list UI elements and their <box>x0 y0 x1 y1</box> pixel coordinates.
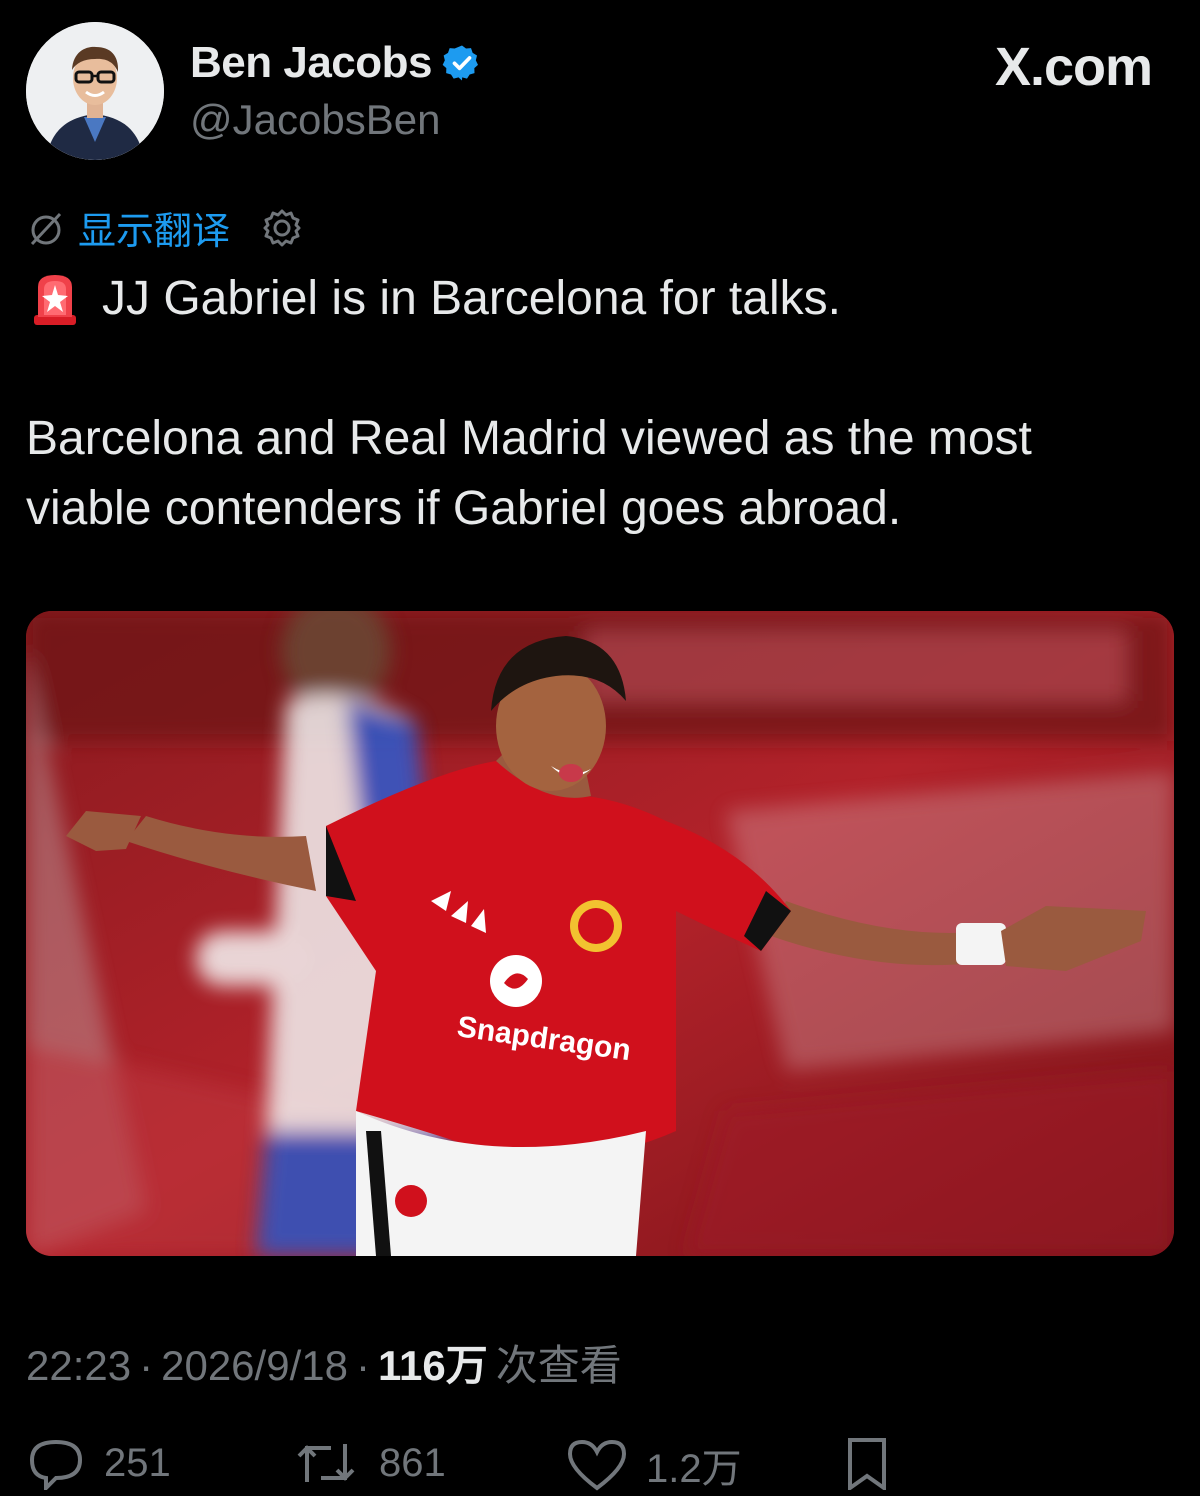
meta-separator: · <box>139 1342 154 1389</box>
author-avatar[interactable] <box>26 22 164 160</box>
tweet-text-line1: JJ Gabriel is in Barcelona for talks. <box>102 272 841 325</box>
translate-row[interactable]: 显示翻译 <box>26 200 304 255</box>
heart-icon <box>567 1439 627 1491</box>
reply-button[interactable]: 251 <box>26 1436 171 1490</box>
football-photo: Snapdragon <box>26 611 1174 1256</box>
show-translation-link[interactable]: 显示翻译 <box>78 200 230 255</box>
tweet-meta: 22:23 · 2026/9/18 · 116万 次查看 <box>26 1332 622 1393</box>
brand-logo: X.com <box>994 37 1153 97</box>
views-count: 116万 <box>377 1342 488 1389</box>
tweet-actions: 251 861 1.2万 <box>26 1436 1176 1496</box>
author-name[interactable]: Ben Jacobs <box>190 38 432 88</box>
tweet-text-line2: Barcelona and Real Madrid viewed as the … <box>26 412 1032 465</box>
repost-icon <box>297 1444 355 1482</box>
tweet-paragraph-2: Barcelona and Real Madrid viewed as the … <box>26 404 1176 544</box>
author-handle[interactable]: @JacobsBen <box>190 96 440 144</box>
tweet-date[interactable]: 2026/9/18 <box>161 1342 348 1390</box>
bookmark-button[interactable] <box>844 1436 890 1490</box>
rotating-light-icon <box>34 275 76 325</box>
verified-badge-icon <box>442 45 478 81</box>
author-name-row[interactable]: Ben Jacobs <box>190 38 482 88</box>
bookmark-icon <box>848 1438 886 1490</box>
reply-icon <box>29 1439 83 1490</box>
reply-count: 251 <box>104 1440 171 1485</box>
tweet-time[interactable]: 22:23 <box>26 1342 131 1390</box>
views-label: 次查看 <box>495 1342 622 1389</box>
tweet-photo[interactable]: Snapdragon <box>26 611 1174 1256</box>
like-count: 1.2万 <box>646 1447 742 1491</box>
repost-count: 861 <box>379 1440 446 1485</box>
globe-off-icon <box>30 212 62 245</box>
tweet-first-line: JJ Gabriel is in Barcelona for talks. <box>30 264 841 334</box>
tweet-text-line3: viable contenders if Gabriel goes abroad… <box>26 482 902 535</box>
like-button[interactable]: 1.2万 <box>566 1436 742 1494</box>
repost-button[interactable]: 861 <box>291 1436 446 1490</box>
meta-separator: · <box>355 1342 370 1389</box>
gear-icon[interactable] <box>260 206 304 250</box>
avatar-image <box>26 22 164 160</box>
